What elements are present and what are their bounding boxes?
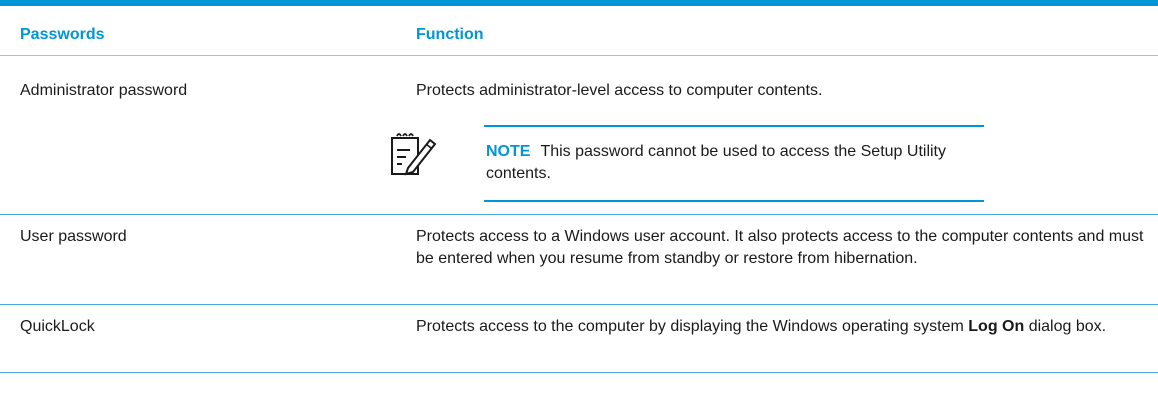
password-cell: Administrator password <box>20 82 188 99</box>
table-row: QuickLock Protects access to the compute… <box>0 305 1158 373</box>
table-row: Administrator password Protects administ… <box>0 56 1158 215</box>
password-cell: User password <box>20 228 127 245</box>
header-passwords: Passwords <box>20 26 105 43</box>
function-text-prefix: Protects access to the computer by displ… <box>416 318 964 335</box>
password-cell: QuickLock <box>20 318 95 335</box>
function-text-suffix: dialog box. <box>1028 318 1107 335</box>
password-function-table: Passwords Function Administrator passwor… <box>0 0 1158 395</box>
note-callout: NOTE This password cannot be used to acce… <box>388 125 1158 205</box>
note-text: NOTE This password cannot be used to acce… <box>486 141 986 185</box>
function-cell: Protects access to a Windows user accoun… <box>416 228 1144 267</box>
table-header-row: Passwords Function <box>0 6 1158 56</box>
header-function: Function <box>416 26 484 43</box>
function-cell: Protects administrator-level access to c… <box>416 82 823 99</box>
note-bottom-rule <box>484 200 984 202</box>
note-pencil-icon <box>388 130 438 180</box>
log-on-label: Log On <box>968 318 1025 335</box>
note-top-rule <box>484 125 984 127</box>
note-label: NOTE <box>486 143 531 160</box>
function-cell: Protects access to the computer by displ… <box>416 316 1146 338</box>
note-body: This password cannot be used to access t… <box>486 143 946 182</box>
table-row: User password Protects access to a Windo… <box>0 215 1158 305</box>
